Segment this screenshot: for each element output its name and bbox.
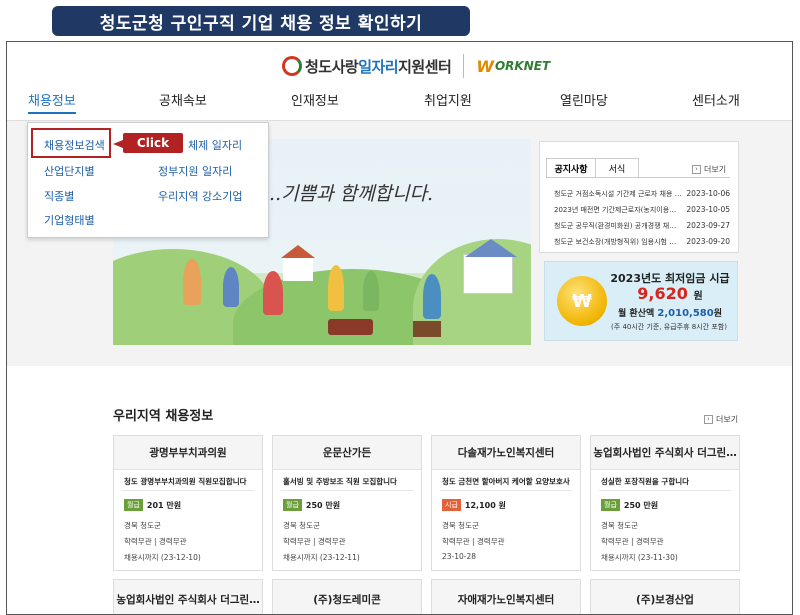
job-card[interactable]: (주)보경산업 [590, 579, 740, 614]
notice-more-link[interactable]: › 더보기 [692, 164, 726, 175]
pay-info: 월급 250 만원 [283, 499, 340, 511]
worknet-logo[interactable]: W ORKNET [476, 57, 550, 76]
menu-item-by-company-type[interactable]: 기업형태별 [44, 212, 95, 228]
job-card[interactable]: 농업회사법인 주식회사 더그린… [113, 579, 263, 614]
list-item[interactable]: 2023년 매전면 기간제근로자(농지이용조사) 채용2023-10-05 [554, 205, 730, 219]
menu-item-by-occupation[interactable]: 직종별 [44, 188, 74, 204]
list-item[interactable]: 청도군 보건소장(개방형직위) 임용시험 계획 공고2023-09-20 [554, 237, 730, 251]
job-card[interactable]: 운문산가든 홀서빙 및 주방보조 직원 모집합니다 월급 250 만원 경북 청도… [272, 435, 422, 571]
requirement: 학력무관 | 경력무관 [442, 537, 505, 546]
nav-item-employment-support[interactable]: 취업지원 [424, 90, 472, 109]
wage-monthly: 월 환산액 2,010,580원 [618, 308, 722, 319]
nav-item-open-forum[interactable]: 열린마당 [560, 90, 608, 109]
job-title: 청도 광명부부치과의원 직원모집합니다 [124, 477, 247, 486]
recruitment-dropdown: 채용정보검색 산업단지별 직종별 기업형태별 체제 일자리 정부지원 일자리 우… [27, 122, 269, 238]
requirement: 학력무관 | 경력무관 [124, 537, 187, 546]
minimum-wage-banner[interactable]: ₩ 2023년도 최저임금 시급 9,620 원 월 환산액 2,010,580… [544, 261, 738, 341]
job-card[interactable]: 자애재가노인복지센터 [431, 579, 581, 614]
menu-item-govt-support-jobs[interactable]: 정부지원 일자리 [158, 163, 232, 179]
tab-forms[interactable]: 서식 [595, 158, 639, 178]
notice-panel: 공지사항 서식 › 더보기 청도군 거점소독시설 기간제 근로자 채용 공고 20… [539, 141, 739, 253]
job-card[interactable]: (주)청도레미콘 [272, 579, 422, 614]
company-name: 다솔재가노인복지센터 [432, 436, 580, 470]
arrow-right-icon: › [704, 415, 713, 424]
click-annotation: Click [123, 133, 183, 153]
location: 경북 청도군 [601, 521, 638, 530]
company-name: 운문산가든 [273, 436, 421, 470]
job-title: 홀서빙 및 주방보조 직원 모집합니다 [283, 477, 397, 486]
wage-note: (주 40시간 기준, 유급주휴 8시간 포함) [611, 323, 727, 331]
requirement: 학력무관 | 경력무관 [601, 537, 664, 546]
requirement: 학력무관 | 경력무관 [283, 537, 346, 546]
won-coin-icon: ₩ [557, 276, 607, 326]
deadline: 채용시까지 (23-12-10) [124, 553, 201, 562]
job-title: 청도 금천면 할아버지 케어할 요양보호사 [442, 477, 570, 486]
menu-item-industrial-complex[interactable]: 산업단지별 [44, 163, 95, 179]
company-name: 광명부부치과의원 [114, 436, 262, 470]
pay-info: 월급 250 만원 [601, 499, 658, 511]
nav-item-center-intro[interactable]: 센터소개 [692, 90, 740, 109]
nav-item-bulletin[interactable]: 공채속보 [159, 90, 207, 109]
hero-slogan: ...기쁨과 함께합니다. [263, 183, 434, 205]
center-logo-icon [282, 56, 302, 76]
page: 청도군청 구인구직 기업 채용 정보 확인하기 청도사랑일자리지원센터 W ORK… [0, 0, 800, 615]
pay-type-badge: 월급 [601, 499, 620, 511]
pay-type-badge: 시급 [442, 499, 461, 511]
regional-more-link[interactable]: › 더보기 [704, 414, 738, 425]
company-name: 농업회사법인 주식회사 더그린… [591, 436, 739, 470]
click-highlight-box [31, 128, 111, 158]
nav-item-talent[interactable]: 인재정보 [291, 90, 339, 109]
logo-divider [463, 54, 465, 78]
nav-item-recruitment[interactable]: 채용정보 [28, 90, 76, 114]
menu-item-local-strong-companies[interactable]: 우리지역 강소기업 [158, 188, 242, 204]
menu-item-system-jobs[interactable]: 체제 일자리 [188, 137, 242, 153]
pay-type-badge: 월급 [124, 499, 143, 511]
browser-frame: 청도사랑일자리지원센터 W ORKNET 채용정보 공채속보 인재정보 취업지원 … [6, 41, 793, 615]
job-card[interactable]: 다솔재가노인복지센터 청도 금천면 할아버지 케어할 요양보호사 시급 12,10… [431, 435, 581, 571]
deadline: 23-10-28 [442, 552, 477, 561]
pay-info: 월급 201 만원 [124, 499, 181, 511]
click-arrow-icon [113, 140, 123, 148]
site-logo[interactable]: 청도사랑일자리지원센터 W ORKNET [282, 50, 550, 82]
page-title: 청도군청 구인구직 기업 채용 정보 확인하기 [52, 6, 470, 36]
pay-info: 시급 12,100 원 [442, 499, 506, 511]
location: 경북 청도군 [124, 521, 161, 530]
deadline: 채용시까지 (23-12-11) [283, 553, 360, 562]
list-item[interactable]: 청도군 공무직(환경미화원) 공개경쟁 채용 공고 2023-09-27 [554, 221, 730, 235]
tab-notices[interactable]: 공지사항 [546, 158, 596, 178]
location: 경북 청도군 [442, 521, 479, 530]
wage-amount: 9,620 원 [637, 284, 703, 303]
location: 경북 청도군 [283, 521, 320, 530]
job-title: 성실한 포장직원을 구합니다 [601, 477, 690, 486]
section-title: 우리지역 채용정보 [113, 409, 214, 424]
pay-type-badge: 월급 [283, 499, 302, 511]
job-card[interactable]: 농업회사법인 주식회사 더그린… 성실한 포장직원을 구합니다 월급 250 만원… [590, 435, 740, 571]
main-nav: 채용정보 공채속보 인재정보 취업지원 열린마당 센터소개 [7, 90, 792, 116]
list-item[interactable]: 청도군 거점소독시설 기간제 근로자 채용 공고 2023-10-06 [554, 189, 730, 203]
deadline: 채용시까지 (23-11-30) [601, 553, 678, 562]
job-card[interactable]: 광명부부치과의원 청도 광명부부치과의원 직원모집합니다 월급 201 만원 경북… [113, 435, 263, 571]
arrow-right-icon: › [692, 165, 701, 174]
